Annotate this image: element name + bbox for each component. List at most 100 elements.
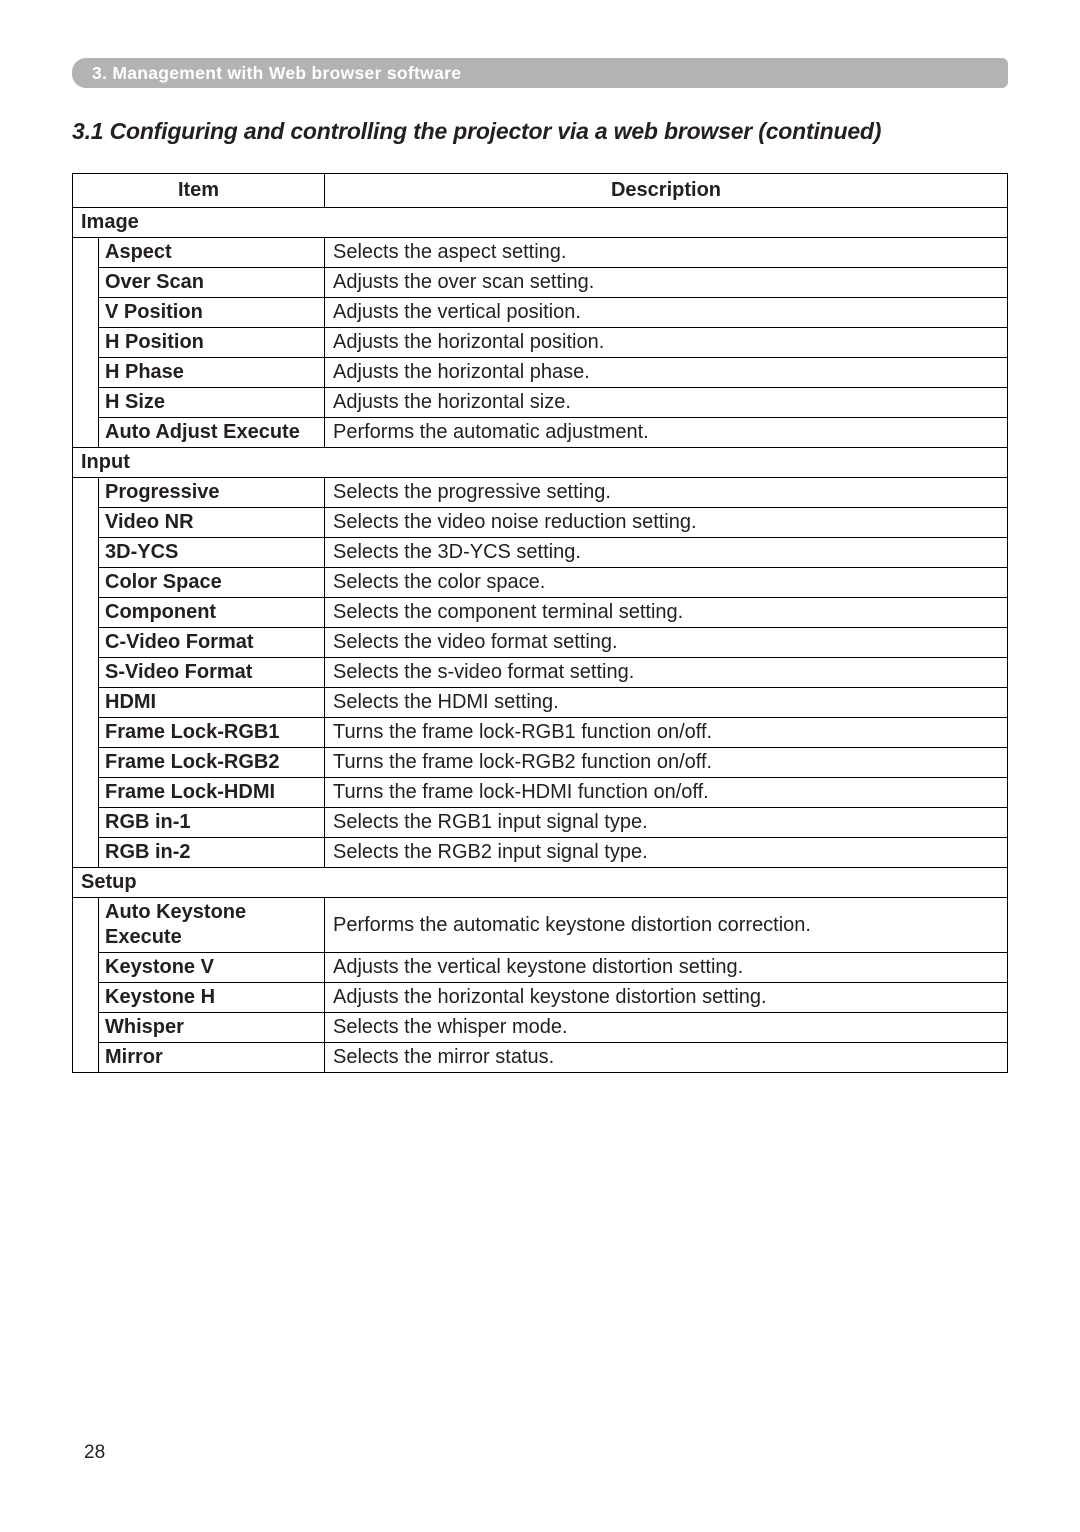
category-title: Image: [73, 208, 325, 238]
category-title: Setup: [73, 868, 325, 898]
table-row: V PositionAdjusts the vertical position.: [73, 298, 1008, 328]
table-row: 3D-YCSSelects the 3D-YCS setting.: [73, 538, 1008, 568]
description-cell: Adjusts the horizontal keystone distorti…: [325, 983, 1008, 1013]
table-row: Video NRSelects the video noise reductio…: [73, 508, 1008, 538]
category-blank: [325, 448, 1008, 478]
item-cell: 3D-YCS: [99, 538, 325, 568]
indent-cell: [73, 478, 99, 508]
description-cell: Adjusts the horizontal phase.: [325, 358, 1008, 388]
description-cell: Turns the frame lock-RGB1 function on/of…: [325, 718, 1008, 748]
indent-cell: [73, 658, 99, 688]
description-cell: Adjusts the vertical position.: [325, 298, 1008, 328]
table-row: RGB in-1Selects the RGB1 input signal ty…: [73, 808, 1008, 838]
table-row: MirrorSelects the mirror status.: [73, 1043, 1008, 1073]
description-cell: Selects the 3D-YCS setting.: [325, 538, 1008, 568]
page-number: 28: [84, 1442, 105, 1464]
description-cell: Selects the component terminal setting.: [325, 598, 1008, 628]
description-cell: Adjusts the vertical keystone distortion…: [325, 953, 1008, 983]
chapter-banner: 3. Management with Web browser software: [72, 58, 1008, 88]
item-cell: Whisper: [99, 1013, 325, 1043]
item-cell: Frame Lock-RGB2: [99, 748, 325, 778]
indent-cell: [73, 953, 99, 983]
indent-cell: [73, 568, 99, 598]
description-cell: Adjusts the horizontal position.: [325, 328, 1008, 358]
item-cell: RGB in-2: [99, 838, 325, 868]
item-cell: Keystone V: [99, 953, 325, 983]
description-cell: Selects the s-video format setting.: [325, 658, 1008, 688]
category-row: Setup: [73, 868, 1008, 898]
description-cell: Selects the video noise reduction settin…: [325, 508, 1008, 538]
table-row: H PhaseAdjusts the horizontal phase.: [73, 358, 1008, 388]
item-cell: Progressive: [99, 478, 325, 508]
item-cell: H Position: [99, 328, 325, 358]
table-row: WhisperSelects the whisper mode.: [73, 1013, 1008, 1043]
indent-cell: [73, 628, 99, 658]
description-cell: Selects the HDMI setting.: [325, 688, 1008, 718]
description-cell: Selects the video format setting.: [325, 628, 1008, 658]
description-cell: Turns the frame lock-HDMI function on/of…: [325, 778, 1008, 808]
table-row: Frame Lock-HDMITurns the frame lock-HDMI…: [73, 778, 1008, 808]
indent-cell: [73, 358, 99, 388]
item-cell: C-Video Format: [99, 628, 325, 658]
table-row: S-Video FormatSelects the s-video format…: [73, 658, 1008, 688]
description-cell: Selects the RGB2 input signal type.: [325, 838, 1008, 868]
indent-cell: [73, 538, 99, 568]
table-row: HDMISelects the HDMI setting.: [73, 688, 1008, 718]
indent-cell: [73, 808, 99, 838]
item-cell: Frame Lock-RGB1: [99, 718, 325, 748]
indent-cell: [73, 598, 99, 628]
description-cell: Turns the frame lock-RGB2 function on/of…: [325, 748, 1008, 778]
table-row: Frame Lock-RGB1Turns the frame lock-RGB1…: [73, 718, 1008, 748]
table-row: ProgressiveSelects the progressive setti…: [73, 478, 1008, 508]
category-row: Input: [73, 448, 1008, 478]
table-row: Auto Keystone ExecutePerforms the automa…: [73, 898, 1008, 953]
description-cell: Selects the aspect setting.: [325, 238, 1008, 268]
indent-cell: [73, 418, 99, 448]
description-cell: Performs the automatic keystone distorti…: [325, 898, 1008, 953]
document-page: 3. Management with Web browser software …: [0, 0, 1080, 1532]
settings-table: Item Description ImageAspectSelects the …: [72, 173, 1008, 1073]
category-blank: [325, 868, 1008, 898]
table-row: Keystone VAdjusts the vertical keystone …: [73, 953, 1008, 983]
indent-cell: [73, 838, 99, 868]
table-row: H PositionAdjusts the horizontal positio…: [73, 328, 1008, 358]
indent-cell: [73, 508, 99, 538]
indent-cell: [73, 298, 99, 328]
section-title: 3.1 Configuring and controlling the proj…: [72, 118, 1008, 145]
header-item: Item: [73, 174, 325, 208]
indent-cell: [73, 688, 99, 718]
category-row: Image: [73, 208, 1008, 238]
table-row: C-Video FormatSelects the video format s…: [73, 628, 1008, 658]
item-cell: Color Space: [99, 568, 325, 598]
item-cell: Over Scan: [99, 268, 325, 298]
indent-cell: [73, 718, 99, 748]
item-cell: Component: [99, 598, 325, 628]
description-cell: Selects the progressive setting.: [325, 478, 1008, 508]
chapter-banner-text: 3. Management with Web browser software: [92, 63, 461, 84]
item-cell: H Phase: [99, 358, 325, 388]
item-cell: V Position: [99, 298, 325, 328]
indent-cell: [73, 983, 99, 1013]
indent-cell: [73, 388, 99, 418]
table-row: Frame Lock-RGB2Turns the frame lock-RGB2…: [73, 748, 1008, 778]
item-cell: S-Video Format: [99, 658, 325, 688]
category-blank: [325, 208, 1008, 238]
description-cell: Performs the automatic adjustment.: [325, 418, 1008, 448]
item-cell: Video NR: [99, 508, 325, 538]
item-cell: Frame Lock-HDMI: [99, 778, 325, 808]
item-cell: H Size: [99, 388, 325, 418]
table-header-row: Item Description: [73, 174, 1008, 208]
table-row: Keystone HAdjusts the horizontal keyston…: [73, 983, 1008, 1013]
indent-cell: [73, 1043, 99, 1073]
indent-cell: [73, 238, 99, 268]
indent-cell: [73, 898, 99, 953]
item-cell: HDMI: [99, 688, 325, 718]
header-description: Description: [325, 174, 1008, 208]
table-row: AspectSelects the aspect setting.: [73, 238, 1008, 268]
table-row: H SizeAdjusts the horizontal size.: [73, 388, 1008, 418]
table-row: Over ScanAdjusts the over scan setting.: [73, 268, 1008, 298]
item-cell: Keystone H: [99, 983, 325, 1013]
description-cell: Selects the RGB1 input signal type.: [325, 808, 1008, 838]
indent-cell: [73, 778, 99, 808]
table-row: ComponentSelects the component terminal …: [73, 598, 1008, 628]
